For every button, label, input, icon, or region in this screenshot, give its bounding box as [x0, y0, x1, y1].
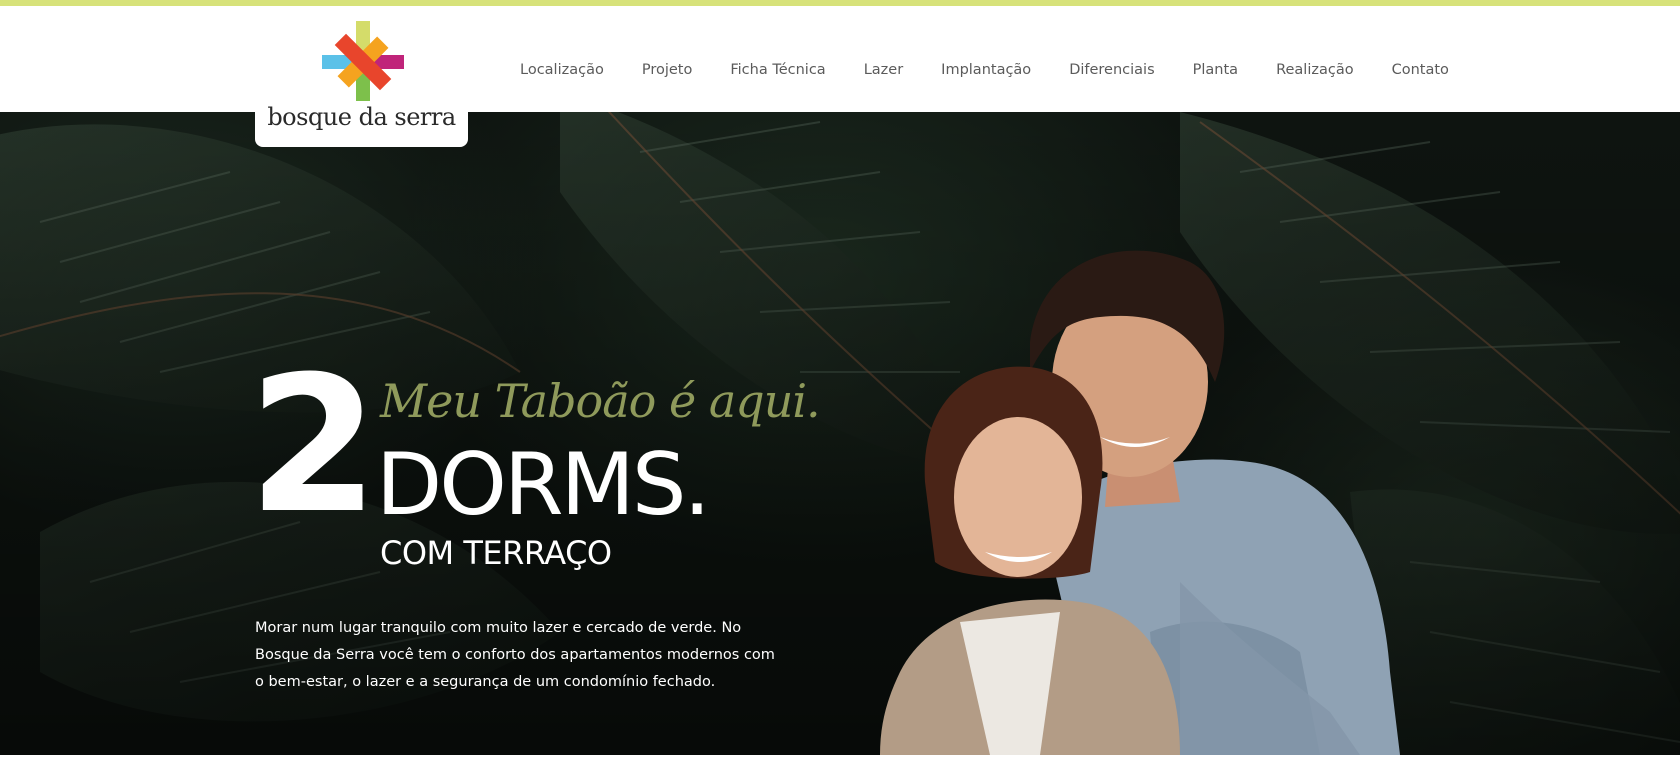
logo-wordmark: bosque da serra — [267, 103, 456, 131]
nav-item-contato[interactable]: Contato — [1392, 62, 1449, 78]
main-nav: Localização Projeto Ficha Técnica Lazer … — [520, 62, 1487, 78]
site-header: Localização Projeto Ficha Técnica Lazer … — [0, 6, 1680, 112]
nav-item-implantacao[interactable]: Implantação — [941, 62, 1031, 78]
nav-item-realizacao[interactable]: Realização — [1276, 62, 1354, 78]
page-bottom-strip — [0, 755, 1680, 760]
nav-item-localizacao[interactable]: Localização — [520, 62, 604, 78]
hero-banner: 2 Meu Taboão é aqui. DORMS. COM TERRAÇO … — [0, 112, 1680, 755]
nav-item-planta[interactable]: Planta — [1193, 62, 1238, 78]
nav-item-projeto[interactable]: Projeto — [642, 62, 693, 78]
logo[interactable]: bosque da serra — [255, 10, 468, 147]
nav-item-diferenciais[interactable]: Diferenciais — [1069, 62, 1154, 78]
hero-tagline: Meu Taboão é aqui. — [380, 374, 821, 428]
asterisk-logo-icon — [322, 21, 404, 101]
nav-item-ficha-tecnica[interactable]: Ficha Técnica — [730, 62, 825, 78]
hero-number: 2 — [248, 336, 379, 555]
hero-headline: DORMS. — [376, 435, 711, 535]
hero-description: Morar num lugar tranquilo com muito laze… — [255, 620, 775, 690]
nav-item-lazer[interactable]: Lazer — [864, 62, 903, 78]
hero-subheadline: COM TERRAÇO — [380, 534, 612, 572]
